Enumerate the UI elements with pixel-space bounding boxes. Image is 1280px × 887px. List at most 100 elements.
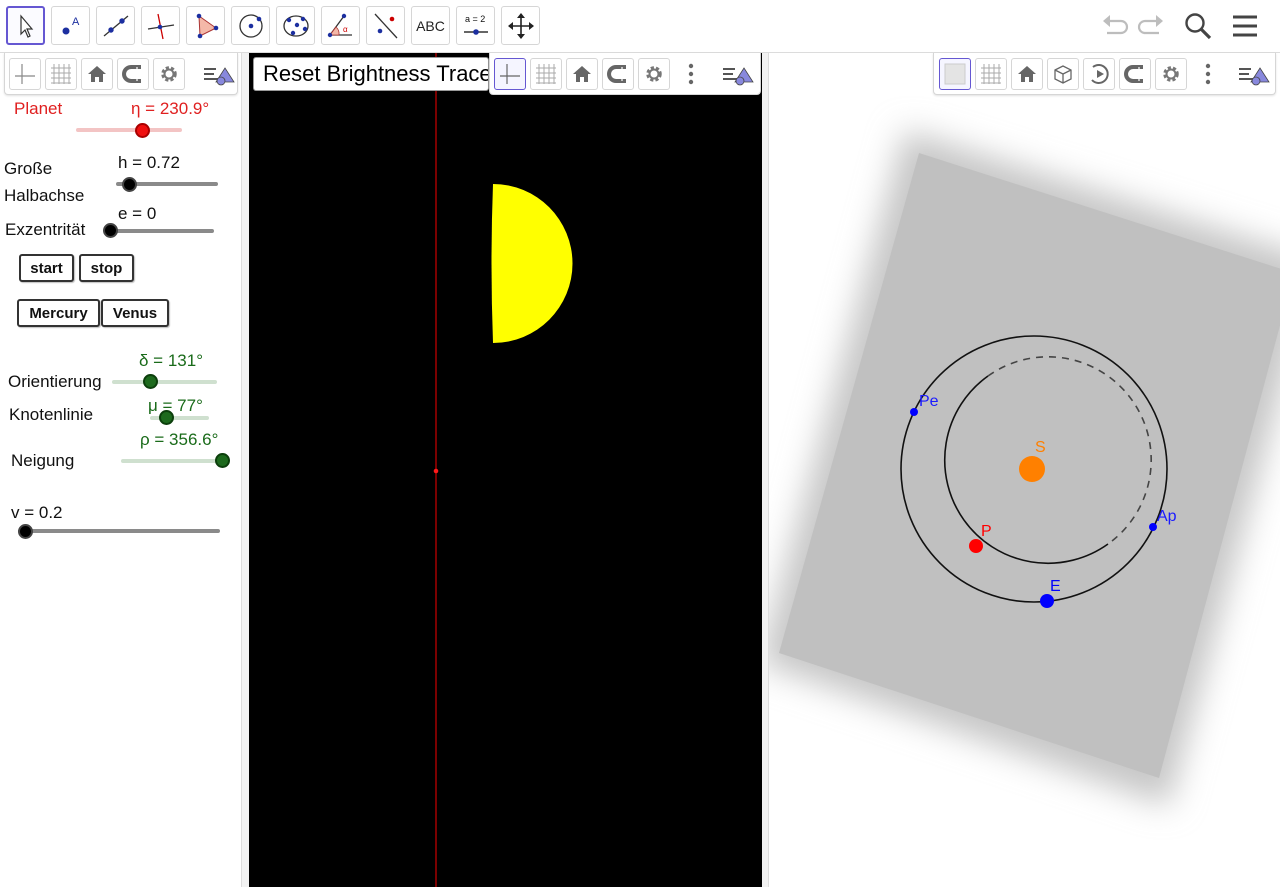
view-menu-button-2[interactable] xyxy=(720,58,756,90)
main-menu-button[interactable] xyxy=(1229,10,1261,42)
sun-point xyxy=(1019,456,1045,482)
hamburger-menu-icon xyxy=(1233,15,1257,37)
rho-slider-knob[interactable] xyxy=(215,453,230,468)
graphics-view-brightness[interactable] xyxy=(249,53,762,887)
axes-icon xyxy=(15,64,35,84)
toggle-axes-button[interactable] xyxy=(9,58,41,90)
polygon-tool-button[interactable] xyxy=(186,6,225,45)
search-icon xyxy=(1185,13,1212,40)
mu-slider-knob[interactable] xyxy=(159,410,174,425)
perihelion-label: Pe xyxy=(919,393,939,410)
eta-slider-knob[interactable] xyxy=(135,123,150,138)
home-icon xyxy=(573,66,591,82)
move-graphics-view-tool-button[interactable] xyxy=(501,6,540,45)
h-label-line-1: Große xyxy=(4,159,53,178)
search-button[interactable] xyxy=(1182,10,1214,42)
move-arrows-icon xyxy=(507,12,534,39)
move-tool-button[interactable] xyxy=(6,6,45,45)
earth-point xyxy=(1040,594,1054,608)
toggle-grid-3d-button[interactable] xyxy=(975,58,1007,90)
plane-icon xyxy=(944,63,966,85)
slider-tool-button[interactable]: a = 2 xyxy=(456,6,495,45)
mu-label: Knotenlinie xyxy=(9,405,94,424)
undo-icon xyxy=(1103,15,1129,35)
rotate-view-button[interactable] xyxy=(1083,58,1115,90)
circle-tool-button[interactable] xyxy=(231,6,270,45)
ellipse-icon xyxy=(282,14,309,37)
view-menu-button[interactable] xyxy=(201,58,237,90)
standard-view-button-2[interactable] xyxy=(566,58,598,90)
view-menu-3d-button[interactable] xyxy=(1236,58,1272,90)
reflect-tool-button[interactable] xyxy=(366,6,405,45)
angle-tool-button[interactable]: α xyxy=(321,6,360,45)
toggle-axes-button-2[interactable] xyxy=(494,58,526,90)
eta-value-label: η = 230.9° xyxy=(131,99,210,118)
trace-origin-point xyxy=(433,468,439,474)
standard-view-3d-button[interactable] xyxy=(1011,58,1043,90)
graphics-view-3d[interactable]: S P E Pe Ap xyxy=(769,53,1280,887)
settings-button-2[interactable] xyxy=(638,58,670,90)
point-capturing-button-2[interactable] xyxy=(602,58,634,90)
more-options-button[interactable] xyxy=(679,58,703,90)
point-tool-button[interactable]: A xyxy=(51,6,90,45)
text-tool-label: ABC xyxy=(416,17,445,34)
planet-point xyxy=(969,539,983,553)
delta-slider-track[interactable] xyxy=(112,380,217,384)
point-icon: A xyxy=(62,16,80,34)
gear-icon xyxy=(1163,66,1179,82)
stop-button[interactable]: stop xyxy=(79,254,134,282)
text-tool-button[interactable]: ABC xyxy=(411,6,450,45)
eta-slider-track[interactable] xyxy=(76,128,182,132)
mu-value-label: μ = 77° xyxy=(148,396,203,415)
clipping-box-button[interactable] xyxy=(1047,58,1079,90)
rho-slider-track[interactable] xyxy=(121,459,229,463)
h-slider-knob[interactable] xyxy=(122,177,137,192)
line-tool-button[interactable] xyxy=(96,6,135,45)
toggle-grid-button[interactable] xyxy=(45,58,77,90)
svg-text:a = 2: a = 2 xyxy=(465,14,485,24)
toggle-plane-button[interactable] xyxy=(939,58,971,90)
home-icon xyxy=(1018,66,1036,82)
venus-button[interactable]: Venus xyxy=(101,299,169,327)
e-slider-knob[interactable] xyxy=(103,223,118,238)
start-button[interactable]: start xyxy=(19,254,74,282)
view-menu-icon xyxy=(1239,67,1270,86)
panel-divider-right[interactable] xyxy=(762,53,769,887)
mercury-button[interactable]: Mercury xyxy=(17,299,100,327)
point-capturing-button[interactable] xyxy=(117,58,149,90)
toggle-grid-button-2[interactable] xyxy=(530,58,562,90)
settings-button[interactable] xyxy=(153,58,185,90)
view-menu-icon xyxy=(204,67,235,86)
v-slider-knob[interactable] xyxy=(18,524,33,539)
perpendicular-line-tool-button[interactable] xyxy=(141,6,180,45)
main-toolbar: A α ABC a = 2 xyxy=(0,0,1280,53)
magnet-icon xyxy=(1124,65,1143,83)
h-value-label: h = 0.72 xyxy=(118,153,180,172)
rotate-play-icon xyxy=(1091,64,1109,84)
gear-icon xyxy=(646,66,662,82)
e-slider-track[interactable] xyxy=(104,229,214,233)
undo-button[interactable] xyxy=(1098,10,1130,42)
orbit-3d-canvas: S P E Pe Ap xyxy=(769,130,1280,806)
circle-icon xyxy=(238,13,263,38)
angle-icon: α xyxy=(327,13,352,37)
settings-3d-button[interactable] xyxy=(1155,58,1187,90)
panel-divider-left[interactable] xyxy=(242,53,249,887)
redo-button[interactable] xyxy=(1136,10,1168,42)
v-slider-track[interactable] xyxy=(18,529,220,533)
grid-icon xyxy=(536,64,556,84)
aphelion-label: Ap xyxy=(1157,508,1177,525)
grid-icon xyxy=(51,64,71,84)
3d-view-style-bar xyxy=(933,53,1276,95)
grid-icon xyxy=(981,64,1001,84)
more-options-3d-button[interactable] xyxy=(1196,58,1220,90)
perihelion-point xyxy=(910,408,918,416)
more-vertical-icon xyxy=(1205,63,1211,85)
delta-slider-knob[interactable] xyxy=(143,374,158,389)
graphics-view-style-bar xyxy=(489,53,761,95)
geogebra-app: A α ABC a = 2 Planet η = 230.9° Große Ha… xyxy=(0,0,1280,887)
conic-tool-button[interactable] xyxy=(276,6,315,45)
standard-view-button[interactable] xyxy=(81,58,113,90)
point-capturing-3d-button[interactable] xyxy=(1119,58,1151,90)
reset-brightness-trace-button[interactable]: Reset Brightness Trace xyxy=(253,57,489,91)
